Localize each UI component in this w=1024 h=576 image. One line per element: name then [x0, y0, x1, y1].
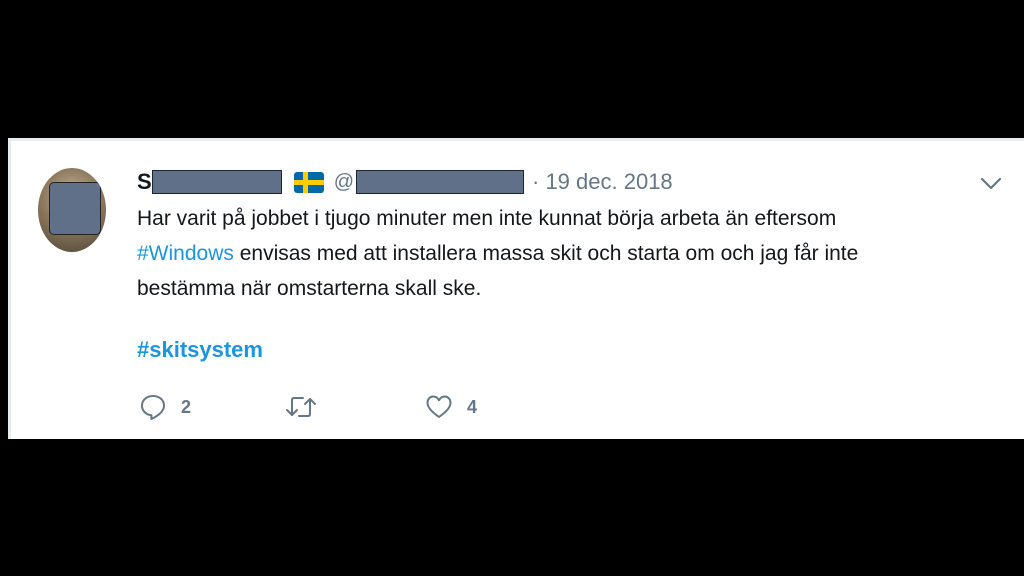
sweden-flag-icon: [293, 171, 324, 193]
hashtag-windows-link[interactable]: #Windows: [137, 242, 234, 265]
avatar[interactable]: [38, 168, 106, 252]
reply-icon: [141, 395, 165, 420]
reply-count: 2: [181, 396, 192, 417]
tweet-text-line-2: #Windows envisas med att installera mass…: [137, 236, 1007, 271]
handle-at-symbol: @: [333, 170, 354, 193]
retweet-icon: [286, 397, 316, 417]
like-button[interactable]: 4: [425, 391, 477, 423]
avatar-redaction: [49, 182, 101, 235]
tweet-text: Har varit på jobbet i tjugo minuter men …: [137, 201, 1007, 306]
reply-button[interactable]: 2: [139, 391, 191, 423]
tweet-date[interactable]: · 19 dec. 2018: [532, 169, 673, 195]
chevron-down-icon[interactable]: [979, 173, 1003, 193]
display-name-initial[interactable]: S: [137, 169, 152, 195]
tweet-card[interactable]: S @ · 19 dec. 2018 Har varit på jobbet i…: [8, 138, 1024, 439]
like-count: 4: [467, 396, 478, 417]
handle-redaction: [356, 170, 524, 194]
display-name-redaction: [151, 170, 282, 194]
hashtag-skitsystem-link[interactable]: #skitsystem: [137, 337, 263, 363]
tweet-text-line-2-rest: envisas med att installera massa skit oc…: [233, 242, 859, 265]
tweet-header: S @ · 19 dec. 2018: [137, 167, 673, 197]
retweet-button[interactable]: [285, 391, 331, 423]
tweet-text-line-3: bestämma när omstarterna skall ske.: [137, 277, 482, 300]
tweet-text-line-1: Har varit på jobbet i tjugo minuter men …: [137, 207, 837, 230]
heart-icon: [426, 395, 452, 418]
